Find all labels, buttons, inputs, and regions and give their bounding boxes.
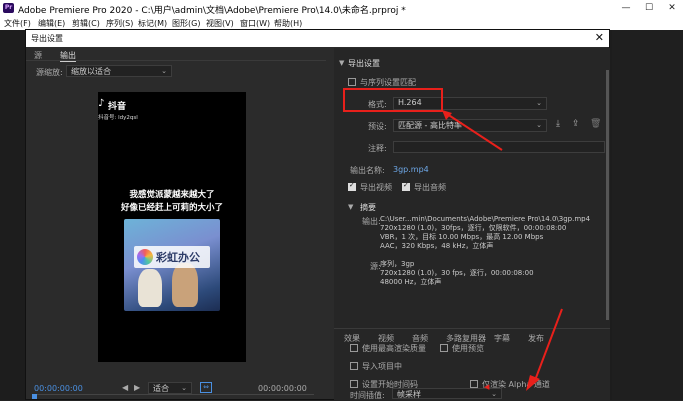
- max-render-quality-checkbox[interactable]: [350, 344, 358, 352]
- summary-line: VBR，1 次，目标 10.00 Mbps，最高 12.00 Mbps: [380, 233, 544, 241]
- format-highlight-box: [343, 88, 443, 112]
- summary-output-label: 输出:: [362, 217, 381, 226]
- output-name-link[interactable]: 3gp.mp4: [393, 165, 429, 174]
- export-audio-label: 导出音频: [414, 183, 446, 192]
- output-name-label: 输出名称:: [350, 166, 385, 175]
- aspect-ratio-icon[interactable]: ⇔: [200, 382, 212, 393]
- preview-timebar: 00:00:00:00 ◀ ▶ 适合 ⌄ ⇔ 00:00:00:00: [26, 380, 316, 400]
- chevron-down-icon: ⌄: [181, 384, 187, 392]
- close-app-button[interactable]: ✕: [661, 1, 683, 15]
- watermark-text: 彩虹办公: [156, 251, 200, 264]
- video-preview: ♪ 抖音 抖音号: ldy2qsl 我感觉派蒙越来越大了 好像已经赶上可莉的大小…: [98, 92, 246, 362]
- menu-graphics[interactable]: 图形(G): [172, 18, 200, 29]
- import-into-project-checkbox[interactable]: [350, 362, 358, 370]
- dialog-title-bar: 导出设置 ✕: [26, 30, 609, 47]
- tab-divider: [26, 60, 326, 61]
- tab-captions[interactable]: 字幕: [494, 333, 510, 344]
- watermark-badge: 彩虹办公: [134, 246, 210, 268]
- character-figure: [138, 269, 162, 307]
- render-alpha-checkbox[interactable]: [470, 380, 478, 388]
- rainbow-logo-icon: [137, 249, 153, 265]
- settings-scrollbar[interactable]: [606, 70, 609, 320]
- end-timecode[interactable]: 00:00:00:00: [258, 384, 307, 393]
- mark-out-icon[interactable]: ▶: [134, 383, 140, 392]
- annotation-arrow-top: [442, 110, 503, 151]
- export-video-label: 导出视频: [360, 183, 392, 192]
- time-interp-label: 时间插值:: [350, 391, 385, 400]
- source-scale-dropdown[interactable]: 缩放以适合 ⌄: [66, 65, 172, 77]
- app-title: Adobe Premiere Pro 2020 - C:\用户\admin\文档…: [18, 6, 406, 16]
- menu-view[interactable]: 视图(V): [206, 18, 234, 29]
- app-title-bar: Pr Adobe Premiere Pro 2020 - C:\用户\admin…: [0, 0, 683, 16]
- start-timecode[interactable]: 00:00:00:00: [34, 384, 83, 393]
- source-scale-value: 缩放以适合: [71, 67, 111, 76]
- dialog-title: 导出设置: [31, 34, 63, 43]
- menu-edit[interactable]: 编辑(E): [38, 18, 65, 29]
- menu-marker[interactable]: 标记(M): [138, 18, 167, 29]
- summary-line: 720x1280 (1.0)，30 fps，逐行，00:00:08:00: [380, 269, 534, 277]
- fit-value: 适合: [153, 384, 169, 393]
- set-start-timecode-checkbox[interactable]: [350, 380, 358, 388]
- use-previews-checkbox[interactable]: [440, 344, 448, 352]
- minimize-button[interactable]: —: [615, 1, 637, 15]
- import-preset-icon[interactable]: ⇪: [572, 119, 580, 129]
- summary-header: 摘要: [360, 203, 376, 212]
- save-preset-icon[interactable]: ⤓: [556, 119, 560, 129]
- import-into-project-label: 导入项目中: [362, 362, 402, 371]
- tiktok-name: 抖音: [108, 102, 127, 112]
- red-marker-icon: ◀: [484, 383, 490, 391]
- character-figure: [172, 263, 198, 307]
- menu-bar: 文件(F) 编辑(E) 剪辑(C) 序列(S) 标记(M) 图形(G) 视图(V…: [0, 16, 683, 30]
- chevron-down-icon: ⌄: [161, 67, 167, 75]
- collapse-triangle-icon[interactable]: ▼: [348, 203, 353, 211]
- chevron-down-icon: ⌄: [536, 121, 542, 129]
- tiktok-note-icon: ♪: [98, 98, 105, 109]
- menu-help[interactable]: 帮助(H): [274, 18, 302, 29]
- tab-effects[interactable]: 效果: [344, 333, 360, 344]
- premiere-logo-icon: Pr: [3, 3, 14, 13]
- summary-line: AAC，320 Kbps，48 kHz，立体声: [380, 242, 494, 250]
- export-video-checkbox[interactable]: [348, 181, 356, 191]
- summary-line: C:\User...min\Documents\Adobe\Premiere P…: [380, 215, 591, 223]
- match-sequence-checkbox[interactable]: [348, 78, 356, 86]
- export-settings-header: 导出设置: [348, 59, 380, 68]
- delete-preset-icon[interactable]: 🗑: [590, 119, 601, 129]
- match-sequence-label: 与序列设置匹配: [360, 78, 416, 87]
- tiktok-id: 抖音号: ldy2qsl: [98, 115, 138, 121]
- right-panel-background: [612, 30, 683, 400]
- comment-label: 注释:: [368, 144, 387, 153]
- mark-in-icon[interactable]: ◀: [122, 383, 128, 392]
- fit-dropdown[interactable]: 适合 ⌄: [148, 382, 192, 394]
- menu-window[interactable]: 窗口(W): [240, 18, 270, 29]
- summary-line: 720x1280 (1.0)，30fps，逐行，仅限软件，00:00:08:00: [380, 224, 567, 232]
- time-interp-value: 帧采样: [397, 390, 421, 399]
- menu-file[interactable]: 文件(F): [4, 18, 31, 29]
- menu-sequence[interactable]: 序列(S): [106, 18, 133, 29]
- chevron-down-icon: ⌄: [491, 390, 497, 398]
- dialog-close-button[interactable]: ✕: [595, 31, 604, 44]
- use-previews-label: 使用预览: [452, 344, 484, 353]
- annotation-arrow-bottom: [526, 308, 563, 391]
- collapse-triangle-icon[interactable]: ▼: [339, 59, 344, 67]
- export-audio-checkbox[interactable]: [402, 181, 410, 191]
- caption-line-2: 好像已经赶上可莉的大小了: [120, 203, 223, 213]
- preset-label: 预设:: [368, 122, 387, 131]
- chevron-down-icon: ⌄: [536, 99, 542, 107]
- timeline-track[interactable]: [34, 394, 314, 395]
- summary-line: 序列，3gp: [380, 260, 415, 268]
- summary-line: 48000 Hz，立体声: [380, 278, 442, 286]
- source-scale-label: 源缩放:: [36, 68, 63, 77]
- summary-output-lines: C:\User...min\Documents\Adobe\Premiere P…: [380, 215, 590, 251]
- max-render-quality-label: 使用最高渲染质量: [362, 344, 426, 353]
- maximize-button[interactable]: ☐: [638, 1, 660, 15]
- video-frame-image: 彩虹办公: [124, 219, 220, 311]
- summary-source-lines: 序列，3gp 720x1280 (1.0)，30 fps，逐行，00:00:08…: [380, 260, 534, 287]
- caption-line-1: 我感觉派蒙越来越大了: [129, 190, 215, 200]
- menu-clip[interactable]: 剪辑(C): [72, 18, 100, 29]
- playhead[interactable]: [32, 394, 37, 399]
